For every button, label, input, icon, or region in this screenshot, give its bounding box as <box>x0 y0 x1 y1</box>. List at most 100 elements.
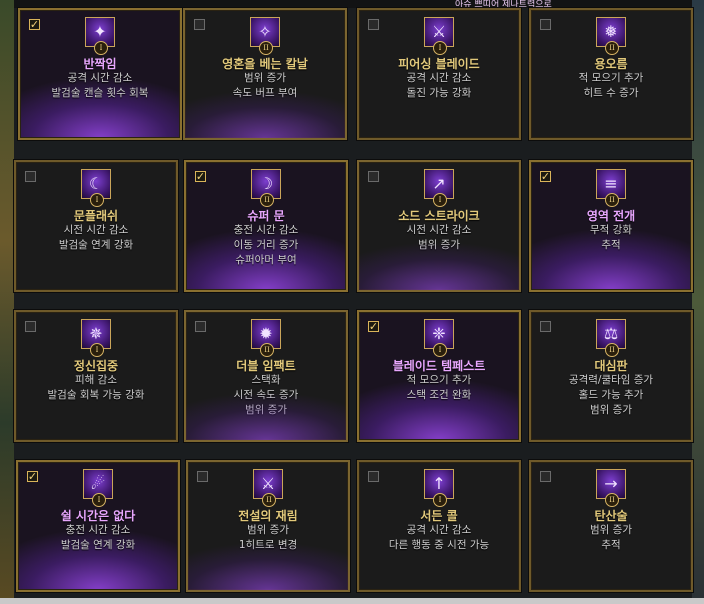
tripod-effects: 범위 증가속도 버프 부여 <box>185 71 345 101</box>
tripod-title: 문플래쉬 <box>73 209 119 223</box>
tripod-card[interactable]: ↗ I 소드 스트라이크 시전 시간 감소 범위 증가 <box>357 160 521 292</box>
tripod-title: 블레이드 템페스트 <box>392 359 486 373</box>
tripod-card[interactable]: ⚖ II 대심판 공격력/쿨타임 증가 홀드 가능 추가 범위 증가 <box>529 310 693 442</box>
tripod-card[interactable]: ⚔ I 피어싱 블레이드 공격 시간 감소 돌진 가능 강화 <box>357 8 521 140</box>
tripod-title: 전설의 재림 <box>238 509 298 523</box>
rank-badge: I <box>90 193 104 207</box>
tripod-card[interactable]: ✓ ☽ II 슈퍼 문 충전 시간 감소 이동 거리 증가 슈퍼아머 부여 <box>184 160 348 292</box>
select-checkbox[interactable]: ✓ <box>195 171 206 182</box>
effect-line: 무적 강화 <box>590 224 632 236</box>
tripod-title: 슈퍼 문 <box>247 209 285 223</box>
left-background <box>0 0 14 604</box>
tripod-title: 쉴 시간은 없다 <box>60 509 136 523</box>
effect-line: 속도 버프 부여 <box>232 87 298 99</box>
bottom-background <box>0 598 704 604</box>
tripod-effects: 시전 시간 감소발검술 연계 강화 <box>16 223 176 253</box>
effect-line: 공격 시간 감소 <box>406 524 472 536</box>
rank-badge: I <box>433 493 447 507</box>
tripod-effects: 스택화 시전 속도 증가 범위 증가 <box>186 373 346 418</box>
effect-line: 히트 수 증가 <box>583 87 639 99</box>
tripod-title: 반짝임 <box>83 57 117 71</box>
tripod-card[interactable]: ☾ I 문플래쉬 시전 시간 감소 발검술 연계 강화 <box>14 160 178 292</box>
tripod-card[interactable]: ↑ I 서든 콜 공격 시간 감소 다른 행동 중 시전 가능 <box>357 460 521 592</box>
effect-line: 적 모으기 추가 <box>406 374 472 386</box>
tripod-card[interactable]: ❅ II 용오름 적 모으기 추가 히트 수 증가 <box>529 8 693 140</box>
tripod-effects: 공격 시간 감소다른 행동 중 시전 가능 <box>359 523 519 553</box>
effect-line: 추적 <box>601 239 621 251</box>
select-checkbox[interactable] <box>540 321 551 332</box>
select-checkbox[interactable] <box>368 471 379 482</box>
tripod-effects: 피해 감소발검술 회복 가능 강화 <box>16 373 176 403</box>
select-checkbox[interactable] <box>197 471 208 482</box>
tripod-card[interactable]: ✓ ≡ II 영역 전개 무적 강화 추적 <box>529 160 693 292</box>
select-checkbox[interactable] <box>25 321 36 332</box>
effect-line: 공격 시간 감소 <box>406 72 472 84</box>
right-background <box>692 0 704 604</box>
rank-badge: II <box>259 41 273 55</box>
select-checkbox[interactable]: ✓ <box>368 321 379 332</box>
tripod-title: 소드 스트라이크 <box>398 209 480 223</box>
effect-line: 이동 거리 증가 <box>233 239 299 251</box>
tripod-title: 용오름 <box>594 57 628 71</box>
tripod-effects: 공격 시간 감소돌진 가능 강화 <box>359 71 519 101</box>
select-checkbox[interactable] <box>25 171 36 182</box>
effect-line: 홀드 가능 추가 <box>578 389 644 401</box>
effect-line: 스택 조건 완화 <box>406 389 472 401</box>
effect-line: 범위 증가 <box>244 72 286 84</box>
select-checkbox[interactable] <box>540 19 551 30</box>
effect-line: 충전 시간 감소 <box>65 524 131 536</box>
select-checkbox[interactable] <box>540 471 551 482</box>
effect-line: 돌진 가능 강화 <box>406 87 472 99</box>
rank-badge: II <box>260 193 274 207</box>
effect-line: 발검술 연계 강화 <box>58 239 134 251</box>
select-checkbox[interactable]: ✓ <box>29 19 40 30</box>
tripod-card[interactable]: ✓ ❈ I 블레이드 템페스트 적 모으기 추가 스택 조건 완화 <box>357 310 521 442</box>
rank-badge: I <box>433 343 447 357</box>
tripod-title: 서든 콜 <box>420 509 458 523</box>
effect-line: 발검술 캔슬 횟수 회복 <box>51 87 149 99</box>
effect-line: 범위 증가 <box>418 239 460 251</box>
tripod-effects: 적 모으기 추가히트 수 증가 <box>531 71 691 101</box>
effect-line: 발검술 연계 강화 <box>60 539 136 551</box>
tripod-title: 대심판 <box>594 359 628 373</box>
effect-line: 시전 속도 증가 <box>233 389 299 401</box>
rank-badge: II <box>605 41 619 55</box>
tripod-title: 피어싱 블레이드 <box>398 57 480 71</box>
tripod-title: 더블 임팩트 <box>236 359 296 373</box>
tripod-effects: 무적 강화추적 <box>531 223 691 253</box>
tripod-card[interactable]: → II 탄산술 범위 증가 추적 <box>529 460 693 592</box>
effect-line: 시전 시간 감소 <box>63 224 129 236</box>
rank-badge: II <box>260 343 274 357</box>
tripod-title: 영역 전개 <box>586 209 636 223</box>
tripod-effects: 충전 시간 감소 이동 거리 증가 슈퍼아머 부여 <box>186 223 346 268</box>
tripod-card[interactable]: ✓ ✦ I 반짝임 공격 시간 감소 발검술 캔슬 횟수 회복 <box>18 8 182 140</box>
effect-line: 다른 행동 중 시전 가능 <box>388 539 490 551</box>
rank-badge: II <box>605 193 619 207</box>
rank-badge: I <box>94 41 108 55</box>
effect-line: 충전 시간 감소 <box>233 224 299 236</box>
tripod-card[interactable]: ✵ I 정신집중 피해 감소 발검술 회복 가능 강화 <box>14 310 178 442</box>
effect-line: 발검술 회복 가능 강화 <box>47 389 145 401</box>
tripod-card[interactable]: ✓ ☄ I 쉴 시간은 없다 충전 시간 감소 발검술 연계 강화 <box>16 460 180 592</box>
rank-badge: I <box>433 41 447 55</box>
effect-line: 범위 증가 <box>247 524 289 536</box>
rank-badge: I <box>90 343 104 357</box>
tripod-title: 정신집중 <box>73 359 119 373</box>
effect-line: 적 모으기 추가 <box>578 72 644 84</box>
tripod-card[interactable]: ✹ II 더블 임팩트 스택화 시전 속도 증가 범위 증가 <box>184 310 348 442</box>
effect-line: 피해 감소 <box>75 374 117 386</box>
select-checkbox[interactable] <box>194 19 205 30</box>
effect-line: 시전 시간 감소 <box>406 224 472 236</box>
select-checkbox[interactable] <box>195 321 206 332</box>
tripod-card[interactable]: ⚔ II 전설의 재림 범위 증가 1히트로 변경 <box>186 460 350 592</box>
tripod-card[interactable]: ✧ II 영혼을 베는 칼날 범위 증가 속도 버프 부여 <box>183 8 347 140</box>
effect-line: 공격 시간 감소 <box>67 72 133 84</box>
select-checkbox[interactable] <box>368 171 379 182</box>
select-checkbox[interactable] <box>368 19 379 30</box>
select-checkbox[interactable]: ✓ <box>27 471 38 482</box>
tripod-effects: 범위 증가 추적 <box>531 523 691 553</box>
tripod-title: 탄산술 <box>594 509 628 523</box>
tripod-title: 영혼을 베는 칼날 <box>222 57 308 71</box>
top-background <box>0 0 704 8</box>
select-checkbox[interactable]: ✓ <box>540 171 551 182</box>
